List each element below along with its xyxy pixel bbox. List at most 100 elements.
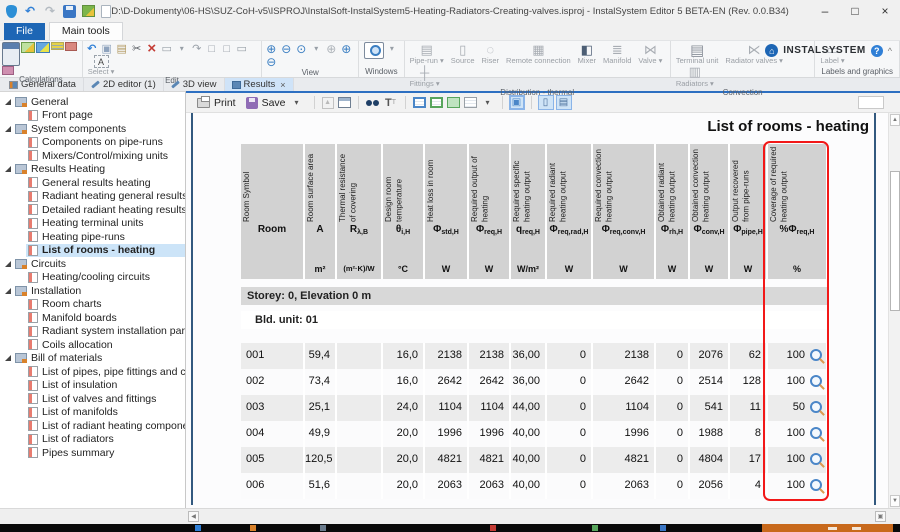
- sidebar-item-list-of-insulation[interactable]: List of insulation: [0, 379, 185, 393]
- calculator-icon[interactable]: [2, 42, 20, 66]
- table-style-blue-icon[interactable]: [413, 97, 426, 108]
- windows-more-icon[interactable]: [385, 42, 399, 55]
- sidebar-item-list-of-pipes-pipe-fittings-and-couplings[interactable]: List of pipes, pipe fittings and couplin…: [0, 365, 185, 379]
- zoom-selection-icon[interactable]: [294, 42, 308, 55]
- scrollbar-thumb[interactable]: [890, 171, 900, 311]
- sidebar-item-heating-pipe-runs[interactable]: Heating pipe-runs: [0, 230, 185, 244]
- magnifier-icon[interactable]: [810, 375, 824, 389]
- table-icon[interactable]: [338, 97, 351, 108]
- zoom-previous-icon[interactable]: [264, 55, 278, 68]
- magnifier-icon[interactable]: [810, 427, 824, 441]
- ribbon-item-remote-connection[interactable]: Remote connection: [503, 42, 574, 65]
- ribbon-item-riser[interactable]: Riser: [479, 42, 503, 65]
- save-button[interactable]: Save: [243, 94, 307, 112]
- taskbar-icon[interactable]: [592, 525, 598, 531]
- toolbar-view-box[interactable]: [858, 96, 884, 109]
- expand-arrow-icon[interactable]: [5, 261, 11, 267]
- export-icon[interactable]: [82, 5, 95, 17]
- sidebar-item-general[interactable]: General: [0, 95, 185, 109]
- taskbar-icon[interactable]: [490, 525, 496, 531]
- ribbon-item-valve[interactable]: Valve ▾: [635, 42, 665, 65]
- align-icon[interactable]: [205, 42, 219, 55]
- zoom-window-icon[interactable]: [339, 42, 353, 55]
- ribbon-item-manifold[interactable]: Manifold: [600, 42, 634, 65]
- sidebar-item-room-charts[interactable]: Room charts: [0, 298, 185, 312]
- ribbon-item-source[interactable]: Source: [448, 42, 478, 65]
- help-icon[interactable]: ?: [871, 45, 883, 57]
- collapse-ribbon-icon[interactable]: ^: [888, 46, 892, 56]
- single-page-icon[interactable]: [539, 96, 553, 109]
- minimize-button[interactable]: –: [810, 0, 840, 22]
- sidebar-item-front-page[interactable]: Front page: [0, 109, 185, 123]
- zoom-in-icon[interactable]: [264, 42, 278, 55]
- ribbon-item-fittings[interactable]: Fittings ▾: [407, 65, 443, 88]
- expand-arrow-icon[interactable]: [5, 126, 11, 132]
- sidebar-item-general-results-heating[interactable]: General results heating: [0, 176, 185, 190]
- redo-icon[interactable]: [43, 4, 57, 18]
- table-style-filled-icon[interactable]: [447, 97, 460, 108]
- table-style-plain-icon[interactable]: [464, 97, 477, 108]
- paste-icon[interactable]: [115, 42, 129, 55]
- taskbar-icon[interactable]: [320, 525, 326, 531]
- distribute-icon[interactable]: [220, 42, 234, 55]
- scroll-down-icon[interactable]: ▼: [890, 495, 900, 507]
- magnifier-icon[interactable]: [810, 479, 824, 493]
- fit-page-icon[interactable]: [510, 96, 524, 109]
- ribbon-item-mixer[interactable]: Mixer: [575, 42, 599, 65]
- ribbon-item-terminal-unit[interactable]: Terminal unit: [673, 42, 722, 65]
- sidebar-item-list-of-radiant-heating-components[interactable]: List of radiant heating components: [0, 419, 185, 433]
- taskbar-icon[interactable]: [195, 525, 201, 531]
- redo-icon[interactable]: [190, 42, 204, 55]
- expand-arrow-icon[interactable]: [5, 166, 11, 172]
- dropdown-icon[interactable]: [481, 96, 495, 109]
- table-style-green-icon[interactable]: [430, 97, 443, 108]
- sidebar-item-heating-cooling-circuits[interactable]: Heating/cooling circuits: [0, 271, 185, 285]
- vertical-scrollbar[interactable]: ▲ ▼: [888, 113, 900, 508]
- sidebar-item-bill-of-materials[interactable]: Bill of materials: [0, 352, 185, 366]
- binoculars-icon[interactable]: [366, 96, 380, 109]
- sidebar-item-pipes-summary[interactable]: Pipes summary: [0, 446, 185, 460]
- magnifier-icon[interactable]: [810, 453, 824, 467]
- ribbon-item-pipe-run[interactable]: Pipe-run ▾: [407, 42, 447, 65]
- sidebar-item-heating-terminal-units[interactable]: Heating terminal units: [0, 217, 185, 231]
- run-calculation-icon[interactable]: [36, 42, 50, 53]
- sidebar-item-mixers-control-mixing-units[interactable]: Mixers/Control/mixing units: [0, 149, 185, 163]
- export-icon[interactable]: [322, 97, 334, 109]
- zoom-extents-icon[interactable]: [324, 42, 338, 55]
- dropdown-arrow-icon[interactable]: [290, 96, 304, 109]
- warnings-list-icon[interactable]: [2, 66, 14, 75]
- results-list-icon[interactable]: [51, 42, 64, 50]
- app-logo-icon[interactable]: [6, 5, 17, 18]
- view-more-icon[interactable]: [309, 42, 323, 55]
- magnifier-icon[interactable]: [810, 349, 824, 363]
- save-icon[interactable]: [63, 5, 76, 18]
- windows-layout-icon[interactable]: [364, 42, 384, 59]
- ribbon-item-radiators[interactable]: Radiators ▾: [673, 65, 717, 88]
- taskbar[interactable]: [0, 524, 900, 532]
- close-icon[interactable]: ×: [280, 80, 285, 90]
- sidebar-item-list-of-rooms-heating[interactable]: List of rooms - heating: [0, 244, 185, 258]
- sidebar-item-results-heating[interactable]: Results Heating: [0, 163, 185, 177]
- sidebar-item-circuits[interactable]: Circuits: [0, 257, 185, 271]
- sidebar-item-system-components[interactable]: System components: [0, 122, 185, 136]
- sidebar-item-components-on-pipe-runs[interactable]: Components on pipe-runs: [0, 136, 185, 150]
- close-button[interactable]: ×: [870, 0, 900, 22]
- sidebar-item-detailed-radiant-heating-results[interactable]: Detailed radiant heating results: [0, 203, 185, 217]
- taskbar-icon[interactable]: [250, 525, 256, 531]
- sidebar-item-manifold-boards[interactable]: Manifold boards: [0, 311, 185, 325]
- scroll-left-icon[interactable]: ◀: [188, 511, 199, 522]
- expand-arrow-icon[interactable]: [5, 288, 11, 294]
- sidebar-item-radiant-system-installation-parameters[interactable]: Radiant system installation parameters: [0, 325, 185, 339]
- diagnostics-icon[interactable]: [21, 42, 35, 53]
- undo-icon[interactable]: [85, 42, 99, 55]
- taskbar-icon[interactable]: [660, 525, 666, 531]
- ribbon-item-select[interactable]: Select ▾: [85, 55, 118, 76]
- delete-icon[interactable]: [145, 42, 159, 55]
- undo-icon[interactable]: [23, 4, 37, 18]
- ribbon-tab-file[interactable]: File: [4, 23, 45, 40]
- magnifier-icon[interactable]: [810, 401, 824, 415]
- copy-icon[interactable]: [100, 42, 114, 55]
- sidebar-item-coils-allocation[interactable]: Coils allocation: [0, 338, 185, 352]
- continuous-icon[interactable]: [557, 96, 571, 109]
- scroll-up-icon[interactable]: ▲: [890, 114, 900, 126]
